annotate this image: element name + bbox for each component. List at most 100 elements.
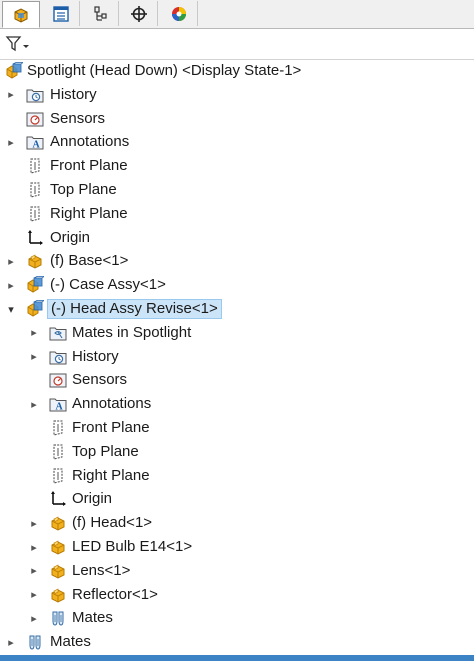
expand-arrow-right-icon[interactable]: ▸ <box>27 321 41 345</box>
annotations-folder-icon: A <box>26 133 44 151</box>
part-icon <box>49 538 67 556</box>
tree-item-label: History <box>72 347 119 365</box>
tree-item[interactable]: Top Plane <box>0 178 474 202</box>
tree-item-label: Annotations <box>50 133 130 151</box>
tree-item[interactable]: ▸ History <box>0 345 474 369</box>
color-wheel-icon <box>171 6 186 21</box>
expand-arrow-down-icon[interactable]: ▾ <box>4 297 18 321</box>
tree-item-label: Right Plane <box>50 204 128 222</box>
history-folder-icon <box>49 348 67 366</box>
tree-item[interactable]: Sensors <box>0 107 474 131</box>
expand-arrow-right-icon[interactable]: ▸ <box>27 559 41 583</box>
tree-item[interactable]: Front Plane <box>0 154 474 178</box>
part-icon <box>26 252 44 270</box>
svg-text:A: A <box>56 402 64 413</box>
tree-item[interactable]: Top Plane <box>0 440 474 464</box>
tree-item[interactable]: Sensors <box>0 368 474 392</box>
tree-item[interactable]: ▸ (f) Head<1> <box>0 511 474 535</box>
tree-item-label: Origin <box>50 228 91 246</box>
tree-item-label: Front Plane <box>50 157 128 175</box>
tree-item-label: Mates <box>50 633 91 651</box>
crosshair-icon <box>130 5 147 22</box>
tree-item-label: Top Plane <box>50 181 117 198</box>
tree-item[interactable]: ▸ (f) Base<1> <box>0 249 474 273</box>
tree-item-label: Mates <box>72 609 113 627</box>
filter-bar <box>0 29 474 60</box>
tab-propertymanager[interactable] <box>42 1 80 26</box>
expand-arrow-right-icon[interactable]: ▸ <box>4 130 18 154</box>
tab-displaymanager[interactable] <box>160 1 198 26</box>
tree-item[interactable]: ▾ (-) Head Assy Revise<1> <box>0 297 474 321</box>
plane-icon <box>26 157 44 175</box>
manager-tab-bar <box>0 0 474 29</box>
sensors-icon <box>26 110 44 128</box>
origin-icon <box>49 490 67 508</box>
tree-item-label: Right Plane <box>72 466 150 484</box>
expand-arrow-right-icon[interactable]: ▸ <box>4 249 18 273</box>
expand-arrow-right-icon[interactable]: ▸ <box>4 273 18 297</box>
tree-item[interactable]: ▸ (-) Case Assy<1> <box>0 273 474 297</box>
tree-item-label: Spotlight (Head Down) <Display State-1> <box>27 62 302 79</box>
plane-icon <box>49 443 67 461</box>
tree-item-label: Front Plane <box>72 419 150 436</box>
tree-item[interactable]: Right Plane <box>0 202 474 226</box>
funnel-filter-icon <box>5 36 29 52</box>
configuration-tree-icon <box>93 5 107 21</box>
expand-arrow-right-icon[interactable]: ▸ <box>27 511 41 535</box>
tree-item-label: Mates in Spotlight <box>72 323 192 341</box>
tree-item[interactable]: Origin <box>0 487 474 511</box>
plane-icon <box>26 181 44 199</box>
mates-folder-icon <box>49 324 67 342</box>
tree-item[interactable]: ▸ Mates in Spotlight <box>0 321 474 345</box>
plane-icon <box>26 205 44 223</box>
assembly-icon <box>5 62 25 80</box>
expand-arrow-right-icon[interactable]: ▸ <box>4 630 18 654</box>
sensors-icon <box>49 371 67 389</box>
svg-text:A: A <box>33 140 41 151</box>
assembly-icon <box>26 300 46 318</box>
expand-arrow-right-icon[interactable]: ▸ <box>27 345 41 369</box>
tree-item[interactable]: Front Plane <box>0 416 474 440</box>
tab-dimxpertmanager[interactable] <box>120 1 158 26</box>
tree-item[interactable]: Spotlight (Head Down) <Display State-1> <box>0 59 474 83</box>
tree-item-label: (f) Base<1> <box>50 252 129 270</box>
expand-arrow-right-icon[interactable]: ▸ <box>27 392 41 416</box>
tree-item-label: Origin <box>72 490 113 508</box>
tree-item[interactable]: ▸ LED Bulb E14<1> <box>0 535 474 559</box>
tree-item-label: Reflector<1> <box>72 585 158 603</box>
tree-item-label: (-) Case Assy<1> <box>50 276 166 294</box>
expand-arrow-right-icon[interactable]: ▸ <box>4 83 18 107</box>
tree-item[interactable]: ▸ A Annotations <box>0 130 474 154</box>
tab-featuremanager[interactable] <box>2 1 40 28</box>
tree-item[interactable]: ▸ Mates <box>0 606 474 630</box>
expand-arrow-right-icon[interactable]: ▸ <box>27 535 41 559</box>
tree-item[interactable]: ▸ Reflector<1> <box>0 583 474 607</box>
tree-item[interactable]: ▸ A Annotations <box>0 392 474 416</box>
tree-item-label: LED Bulb E14<1> <box>72 538 193 555</box>
expand-arrow-right-icon[interactable]: ▸ <box>27 583 41 607</box>
origin-icon <box>26 229 44 247</box>
plane-icon <box>49 419 67 437</box>
tree-item[interactable]: ▸ Mates <box>0 630 474 654</box>
part-icon <box>49 514 67 532</box>
mates-icon <box>49 609 67 627</box>
tree-item[interactable]: Origin <box>0 226 474 250</box>
tree-item-label: Annotations <box>72 395 152 413</box>
filter-button[interactable] <box>5 34 35 54</box>
tree-item-label: Top Plane <box>72 442 139 460</box>
tree-item-label: Lens<1> <box>72 561 131 579</box>
tree-item-label: History <box>50 85 97 103</box>
tree-item[interactable]: Right Plane <box>0 464 474 488</box>
tree-item[interactable]: ▸ Lens<1> <box>0 559 474 583</box>
tree-item[interactable]: ▸ History <box>0 83 474 107</box>
tree-item-label: (-) Head Assy Revise<1> <box>47 299 222 319</box>
expand-arrow-right-icon[interactable]: ▸ <box>27 606 41 630</box>
bottom-accent-bar <box>0 655 474 661</box>
part-icon <box>49 562 67 580</box>
tree-item-label: (f) Head<1> <box>72 514 153 532</box>
tab-configurationmanager[interactable] <box>81 1 119 26</box>
assembly-icon <box>26 276 46 294</box>
part-icon <box>49 586 67 604</box>
property-list-icon <box>52 5 69 22</box>
tree-item-label: Sensors <box>50 109 106 127</box>
